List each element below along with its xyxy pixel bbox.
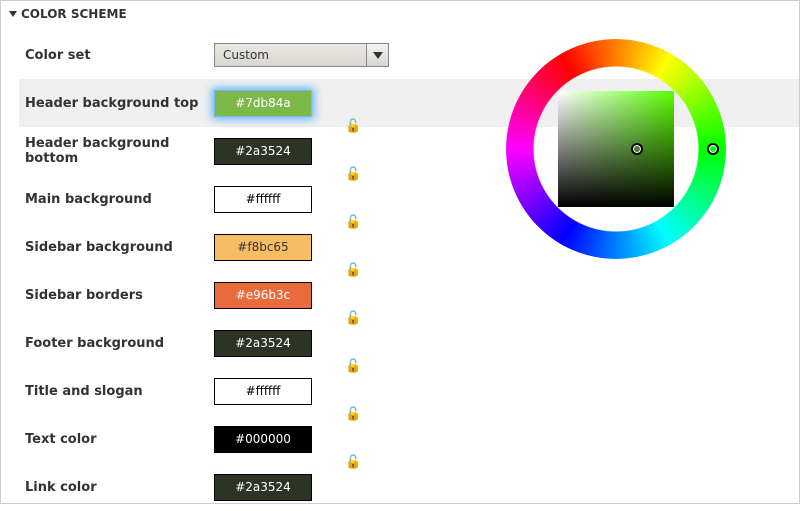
color-control: #2a3524 — [214, 138, 312, 165]
color-row: Link color#2a3524 — [19, 463, 799, 511]
color-control: #2a3524 — [214, 330, 312, 357]
color-label: Title and slogan — [19, 376, 214, 407]
color-swatch[interactable]: #000000 — [214, 426, 312, 453]
color-set-value: Custom — [214, 43, 366, 67]
color-set-select[interactable]: Custom — [214, 43, 389, 67]
color-label: Header background bottom — [19, 128, 214, 174]
color-swatch[interactable]: #ffffff — [214, 186, 312, 213]
color-control: #000000 — [214, 426, 312, 453]
section-toggle[interactable]: Color Scheme — [1, 1, 799, 31]
section-title: Color Scheme — [21, 7, 127, 21]
color-swatch[interactable]: #f8bc65 — [214, 234, 312, 261]
color-label: Main background — [19, 184, 214, 215]
chevron-down-icon — [9, 11, 17, 17]
color-swatch[interactable]: #2a3524 — [214, 138, 312, 165]
color-row: Footer background#2a3524🔓 — [19, 319, 799, 367]
select-dropdown-button[interactable] — [366, 43, 389, 67]
color-control: #7db84a — [214, 90, 312, 117]
color-scheme-panel: Color Scheme Color set Custom Header bac… — [0, 0, 800, 504]
color-swatch[interactable]: #e96b3c — [214, 282, 312, 309]
color-control: #f8bc65 — [214, 234, 312, 261]
color-swatch[interactable]: #2a3524 — [214, 474, 312, 501]
saturation-value-box[interactable] — [558, 91, 674, 207]
color-row: Text color#000000🔓 — [19, 415, 799, 463]
color-label: Footer background — [19, 328, 214, 359]
color-label: Header background top — [19, 88, 214, 119]
color-picker — [491, 39, 741, 289]
chevron-down-icon — [373, 52, 383, 59]
color-set-label: Color set — [19, 40, 214, 71]
color-swatch[interactable]: #ffffff — [214, 378, 312, 405]
color-control: #2a3524 — [214, 474, 312, 501]
color-control: #e96b3c — [214, 282, 312, 309]
color-row: Title and slogan#ffffff🔓 — [19, 367, 799, 415]
color-label: Sidebar borders — [19, 280, 214, 311]
color-control: #ffffff — [214, 378, 312, 405]
color-swatch[interactable]: #2a3524 — [214, 330, 312, 357]
color-control: #ffffff — [214, 186, 312, 213]
color-label: Link color — [19, 472, 214, 503]
color-label: Sidebar background — [19, 232, 214, 263]
color-label: Text color — [19, 424, 214, 455]
color-swatch[interactable]: #7db84a — [214, 90, 312, 117]
